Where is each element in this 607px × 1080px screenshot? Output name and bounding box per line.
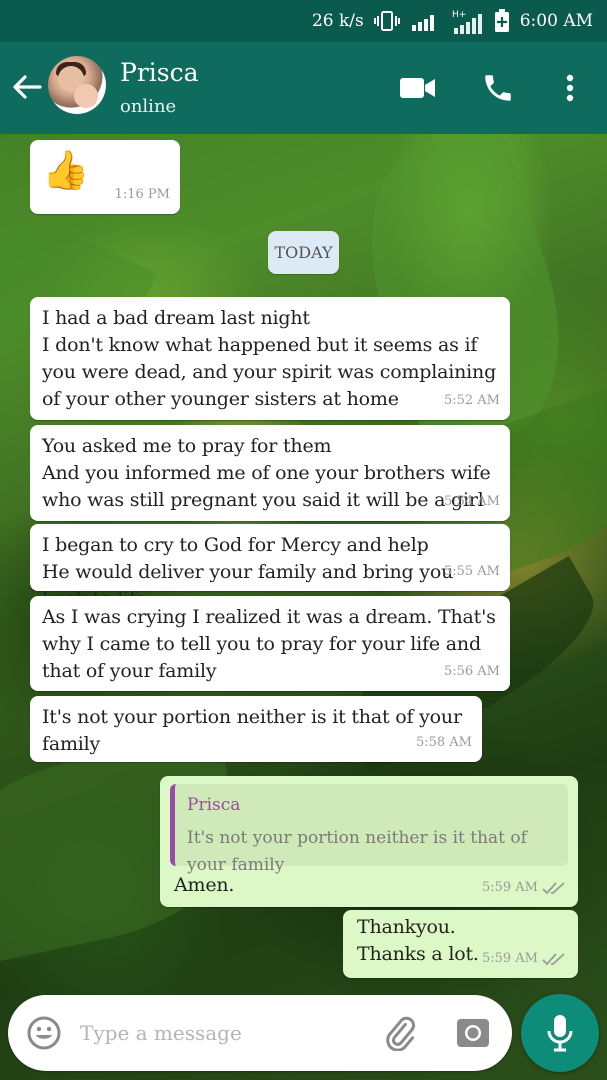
message-time: 5:54 AM xyxy=(443,494,500,509)
microphone-icon[interactable] xyxy=(521,994,599,1072)
svg-text:H+: H+ xyxy=(452,10,466,20)
message-time: 5:59 AM xyxy=(482,945,568,972)
message-time: 1:16 PM xyxy=(114,187,170,202)
message-composer xyxy=(8,995,512,1071)
message-text: I had a bad dream last night I don't kno… xyxy=(42,307,497,410)
date-divider: TODAY xyxy=(268,231,339,274)
quoted-sender: Prisca xyxy=(187,795,241,815)
attach-icon[interactable] xyxy=(380,1013,418,1052)
message-bubble-incoming[interactable]: You asked me to pray for them And you in… xyxy=(30,425,510,521)
message-time: 5:58 AM xyxy=(415,735,472,750)
message-bubble-incoming[interactable]: I began to cry to God for Mercy and help… xyxy=(30,524,510,610)
message-input[interactable] xyxy=(80,1015,360,1051)
phone-icon[interactable] xyxy=(478,70,518,106)
message-text: As I was crying I realized it was a drea… xyxy=(42,606,496,682)
status-bar: 26 k/s H+ 6:00 AM xyxy=(0,0,607,42)
more-options-icon[interactable] xyxy=(550,70,590,106)
contact-name[interactable]: Prisca xyxy=(120,58,199,87)
quoted-message[interactable]: Prisca It's not your portion neither is … xyxy=(170,784,568,875)
avatar[interactable] xyxy=(48,56,106,114)
chat-header: Prisca online xyxy=(0,42,607,134)
battery-icon xyxy=(494,9,510,33)
read-ticks-icon xyxy=(542,952,565,965)
message-text: It's not your portion neither is it that… xyxy=(42,706,462,755)
emoji-icon[interactable] xyxy=(26,1015,62,1051)
quoted-text: It's not your portion neither is it that… xyxy=(187,828,527,875)
video-call-icon[interactable] xyxy=(398,70,438,106)
back-arrow-icon[interactable] xyxy=(10,70,44,104)
message-bubble-outgoing[interactable]: Thankyou. Thanks a lot. 5:59 AM xyxy=(343,910,578,978)
message-time: 5:56 AM xyxy=(443,664,500,679)
contact-status: online xyxy=(120,96,177,117)
camera-icon[interactable] xyxy=(454,1013,492,1051)
message-text: You asked me to pray for them And you in… xyxy=(42,435,491,511)
message-bubble-outgoing[interactable]: Prisca It's not your portion neither is … xyxy=(160,776,578,907)
message-time: 5:59 AM xyxy=(482,874,568,901)
message-bubble-incoming[interactable]: I had a bad dream last night I don't kno… xyxy=(30,297,510,420)
message-time: 5:52 AM xyxy=(443,393,500,408)
signal-icon xyxy=(410,11,440,31)
status-time: 6:00 AM xyxy=(519,11,593,31)
message-text: Amen. xyxy=(174,874,235,896)
message-bubble-incoming[interactable]: As I was crying I realized it was a drea… xyxy=(30,596,510,691)
vibrate-icon xyxy=(373,10,400,32)
signal-hplus-icon: H+ xyxy=(450,8,484,34)
read-ticks-icon xyxy=(542,881,565,894)
message-bubble-incoming[interactable]: 👍 1:16 PM xyxy=(30,140,180,214)
message-bubble-incoming[interactable]: It's not your portion neither is it that… xyxy=(30,696,482,762)
message-time: 5:55 AM xyxy=(443,564,500,579)
network-speed: 26 k/s xyxy=(311,11,364,31)
